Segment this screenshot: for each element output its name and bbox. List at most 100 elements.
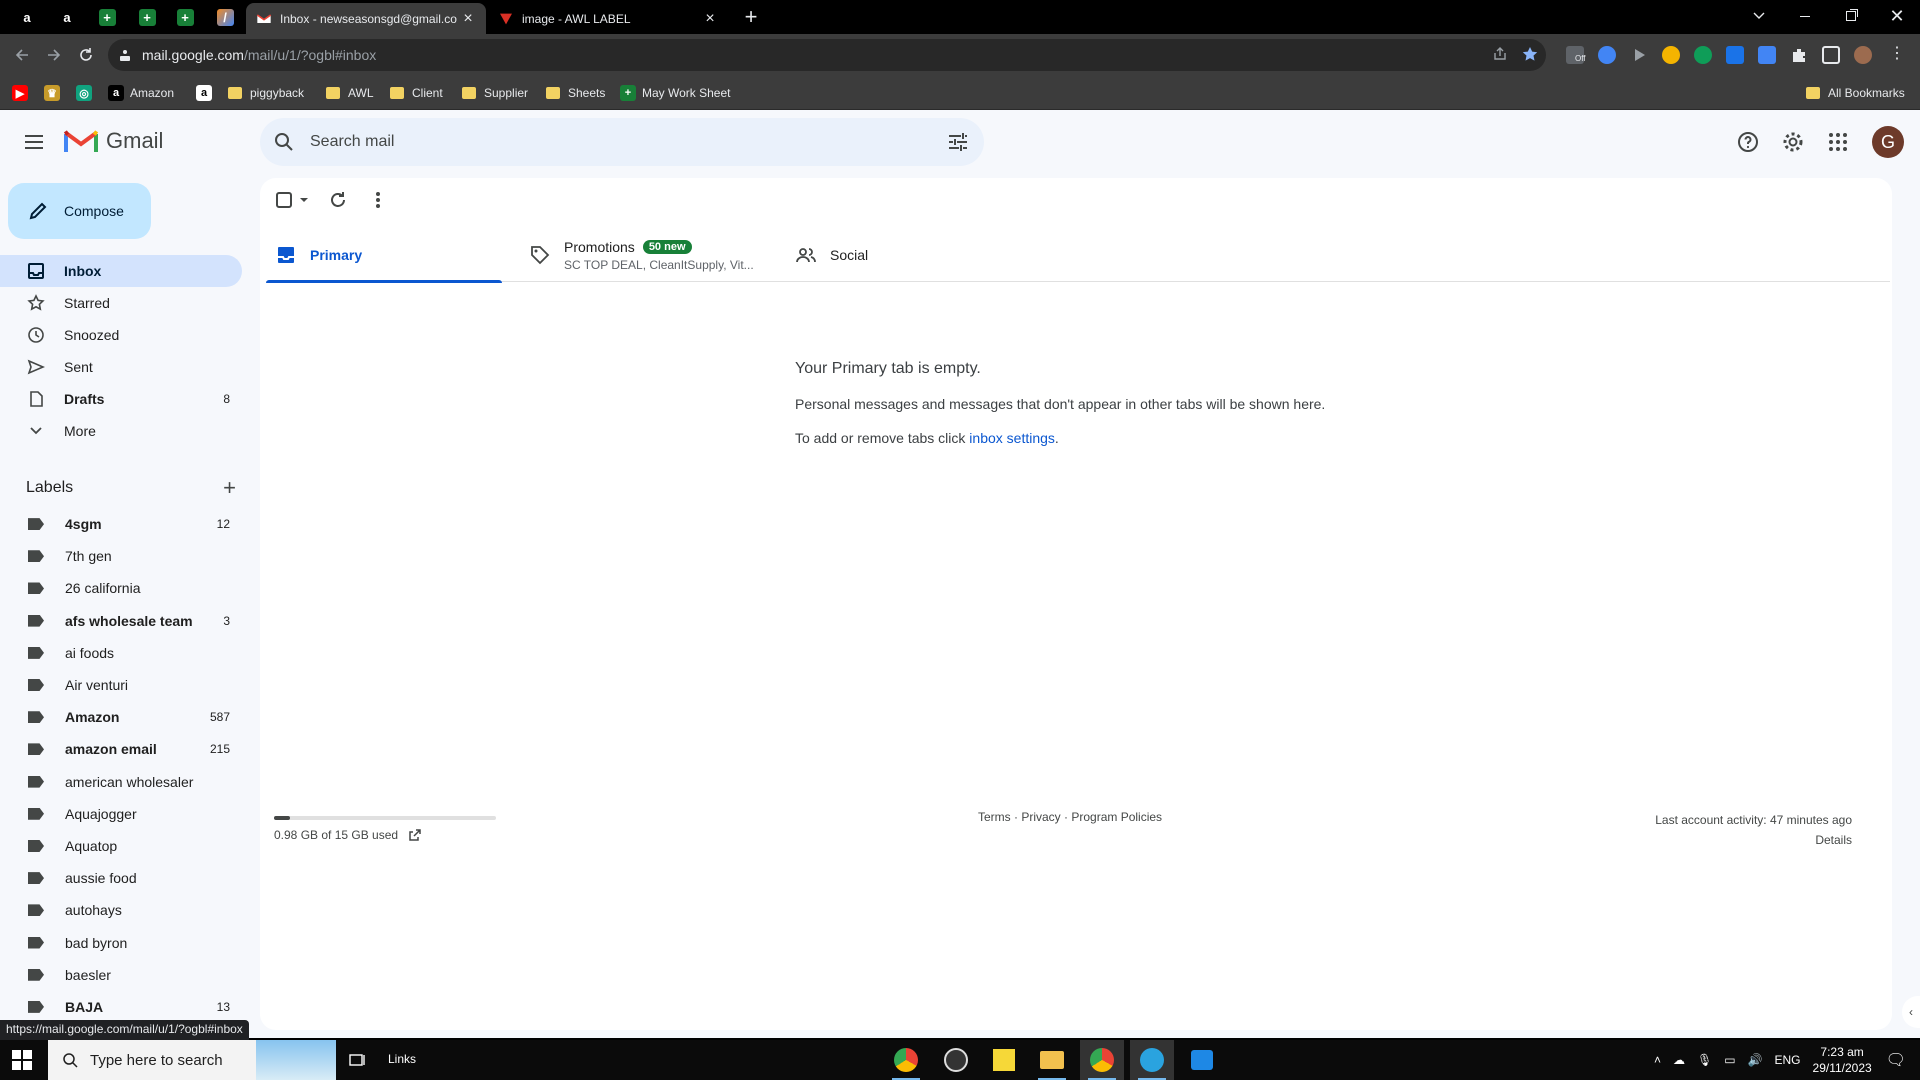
- back-button[interactable]: [10, 43, 34, 67]
- refresh-button[interactable]: [326, 188, 350, 212]
- bookmark-piggyback[interactable]: piggyback: [228, 84, 304, 102]
- label-item[interactable]: Aquajogger: [0, 798, 242, 830]
- account-avatar[interactable]: G: [1872, 126, 1904, 158]
- more-vert-icon[interactable]: ⋮: [1888, 46, 1906, 64]
- taskbar-chrome-2[interactable]: [1080, 1040, 1124, 1080]
- bookmark-sheets[interactable]: Sheets: [546, 84, 605, 102]
- onedrive-icon[interactable]: ☁: [1673, 1053, 1685, 1067]
- taskbar-media-app[interactable]: [1180, 1040, 1224, 1080]
- pinned-tab-sheets-2[interactable]: +: [130, 3, 164, 31]
- bookmark-amazon[interactable]: a Amazon: [108, 84, 174, 102]
- main-menu-button[interactable]: [22, 130, 46, 154]
- label-item[interactable]: baesler: [0, 959, 242, 991]
- extensions-puzzle-icon[interactable]: [1790, 46, 1808, 64]
- create-label-button[interactable]: +: [223, 477, 236, 499]
- tab-social[interactable]: Social: [786, 228, 1022, 282]
- privacy-link[interactable]: Privacy: [1021, 810, 1060, 824]
- tab-search-button[interactable]: [1736, 0, 1782, 32]
- minimize-button[interactable]: [1782, 0, 1828, 32]
- nav-item-snoozed[interactable]: Snoozed: [0, 319, 242, 351]
- close-window-button[interactable]: ✕: [1874, 0, 1920, 32]
- task-view-button[interactable]: [336, 1040, 380, 1080]
- new-tab-button[interactable]: +: [740, 6, 762, 28]
- extension-play-icon[interactable]: [1630, 46, 1648, 64]
- bookmark-amazon-2[interactable]: a: [196, 84, 218, 102]
- tune-icon[interactable]: [946, 130, 970, 154]
- label-item[interactable]: Aquatop: [0, 830, 242, 862]
- restore-button[interactable]: [1828, 0, 1874, 32]
- label-item[interactable]: 4sgm 12: [0, 508, 242, 540]
- tab-awl-label[interactable]: image - AWL LABEL ×: [488, 3, 728, 34]
- extension-calc-icon[interactable]: [1758, 46, 1776, 64]
- label-item[interactable]: 7th gen: [0, 540, 242, 572]
- extension-blue-icon[interactable]: [1726, 46, 1744, 64]
- taskbar-file-explorer[interactable]: [1030, 1040, 1074, 1080]
- tab-gmail-inbox[interactable]: Inbox - newseasonsgd@gmail.co ×: [246, 3, 486, 34]
- tab-promotions[interactable]: Promotions 50 new SC TOP DEAL, CleanItSu…: [520, 228, 756, 282]
- bookmark-may-work-sheet[interactable]: + May Work Sheet: [620, 84, 730, 102]
- windows-start-icon[interactable]: [12, 1050, 32, 1070]
- network-icon[interactable]: ▭: [1724, 1053, 1735, 1067]
- search-bar[interactable]: [260, 118, 984, 166]
- pinned-tab-amazon[interactable]: a: [10, 3, 44, 31]
- close-icon[interactable]: ×: [702, 10, 718, 28]
- nav-item-drafts[interactable]: Drafts 8: [0, 383, 242, 415]
- label-item[interactable]: ai foods: [0, 637, 242, 669]
- taskbar-chrome[interactable]: [884, 1040, 928, 1080]
- program-policies-link[interactable]: Program Policies: [1071, 810, 1162, 824]
- bookmark-chatgpt[interactable]: ◎: [76, 84, 98, 102]
- extension-circle-icon[interactable]: [1662, 46, 1680, 64]
- bookmark-supplier[interactable]: Supplier: [462, 84, 528, 102]
- select-all-checkbox[interactable]: [276, 188, 310, 212]
- all-bookmarks[interactable]: All Bookmarks: [1806, 84, 1905, 102]
- apps-grid-icon[interactable]: [1826, 130, 1850, 154]
- notifications-icon[interactable]: 🗨: [1886, 1050, 1906, 1070]
- clock[interactable]: 7:23 am 29/11/2023: [1813, 1044, 1872, 1076]
- label-item[interactable]: BAJA 13: [0, 991, 242, 1023]
- extension-off-icon[interactable]: Off: [1566, 46, 1586, 64]
- profile-avatar[interactable]: [1854, 46, 1872, 64]
- inbox-settings-link[interactable]: inbox settings: [969, 430, 1055, 446]
- taskbar-telegram[interactable]: [1130, 1040, 1174, 1080]
- taskbar-search[interactable]: Type here to search: [48, 1040, 336, 1080]
- help-icon[interactable]: [1736, 130, 1760, 154]
- external-link-icon[interactable]: [408, 828, 422, 842]
- pinned-tab-sheets[interactable]: +: [90, 3, 124, 31]
- microphone-icon[interactable]: 🎙: [1697, 1053, 1712, 1067]
- links-toolbar[interactable]: Links: [388, 1052, 416, 1066]
- label-item[interactable]: Amazon 587: [0, 701, 242, 733]
- taskbar-obs[interactable]: [934, 1040, 978, 1080]
- address-bar[interactable]: mail.google.com/mail/u/1/?ogbl#inbox: [108, 39, 1546, 71]
- more-options-button[interactable]: [366, 188, 390, 212]
- bookmark-star-icon[interactable]: [1522, 46, 1538, 62]
- label-item[interactable]: afs wholesale team 3: [0, 605, 242, 637]
- label-item[interactable]: bad byron: [0, 926, 242, 958]
- details-link[interactable]: Details: [1655, 830, 1852, 850]
- settings-gear-icon[interactable]: [1781, 130, 1805, 154]
- bookmark-client[interactable]: Client: [390, 84, 443, 102]
- language-indicator[interactable]: ENG: [1775, 1053, 1801, 1067]
- side-panel-icon[interactable]: [1822, 46, 1840, 64]
- compose-button[interactable]: Compose: [8, 183, 151, 239]
- label-item[interactable]: 26 california: [0, 572, 242, 604]
- site-info-icon[interactable]: [118, 48, 132, 62]
- pinned-tab-app[interactable]: /: [208, 3, 242, 31]
- search-input[interactable]: [310, 133, 910, 151]
- nav-item-inbox[interactable]: Inbox: [0, 255, 242, 287]
- share-icon[interactable]: [1492, 46, 1508, 62]
- close-icon[interactable]: ×: [460, 10, 476, 28]
- label-item[interactable]: Air venturi: [0, 669, 242, 701]
- tab-primary[interactable]: Primary: [266, 228, 502, 283]
- side-panel-toggle[interactable]: ‹: [1902, 996, 1920, 1028]
- taskbar-sticky-notes[interactable]: [982, 1040, 1026, 1080]
- extension-icon[interactable]: [1598, 46, 1616, 64]
- volume-icon[interactable]: 🔊: [1748, 1053, 1763, 1067]
- chevron-up-icon[interactable]: ˄: [1654, 1053, 1661, 1067]
- nav-item-starred[interactable]: Starred: [0, 287, 242, 319]
- nav-item-more[interactable]: More: [0, 415, 242, 447]
- search-icon[interactable]: [272, 130, 296, 154]
- label-item[interactable]: autohays: [0, 894, 242, 926]
- nav-item-sent[interactable]: Sent: [0, 351, 242, 383]
- pinned-tab-amazon-2[interactable]: a: [50, 3, 84, 31]
- gmail-logo[interactable]: Gmail: [64, 128, 163, 154]
